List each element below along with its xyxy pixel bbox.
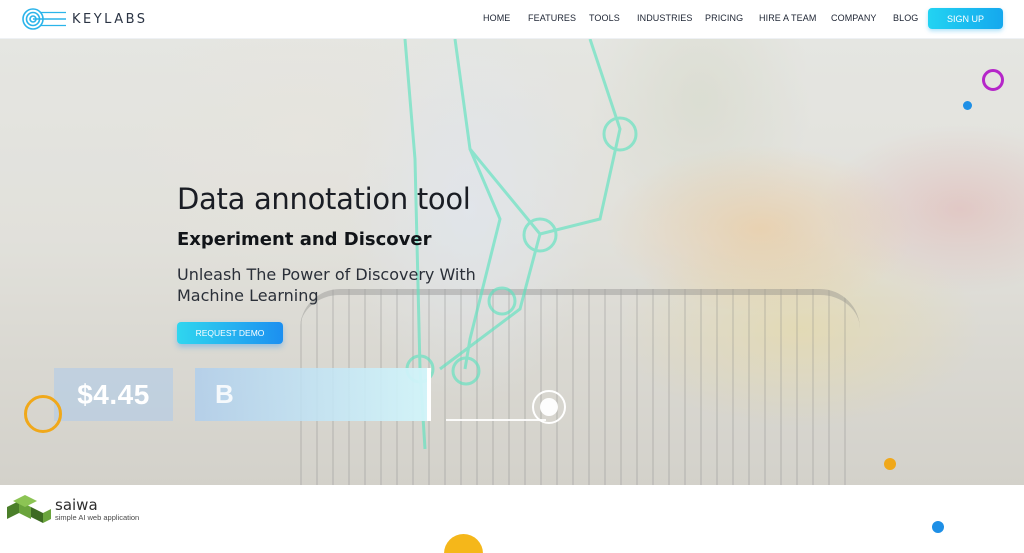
saiwa-text: saiwa simple AI web application: [55, 496, 140, 523]
decorative-ring-purple: [982, 69, 1004, 91]
nav-pricing[interactable]: PRICING: [705, 13, 743, 23]
slider-handle[interactable]: [532, 390, 566, 424]
nav-company[interactable]: COMPANY: [831, 13, 877, 23]
saiwa-name: saiwa: [55, 496, 98, 514]
nav-hire-a-team[interactable]: HIRE A TEAM: [759, 13, 816, 23]
main-nav: HOME FEATURES TOOLS INDUSTRIES PRICING H…: [0, 13, 1024, 27]
decorative-dot-orange: [884, 458, 896, 470]
slider-track: [446, 419, 546, 421]
hero-tagline: Unleash The Power of Discovery With Mach…: [177, 265, 476, 305]
decorative-ring-orange: [24, 395, 62, 433]
decorative-half-circle: [444, 534, 483, 553]
nav-features[interactable]: FEATURES: [528, 13, 576, 23]
nav-tools[interactable]: TOOLS: [589, 13, 620, 23]
nav-home[interactable]: HOME: [483, 13, 510, 23]
request-demo-button[interactable]: REQUEST DEMO: [177, 322, 283, 344]
saiwa-tagline: simple AI web application: [55, 513, 140, 522]
saiwa-logo-icon: [7, 495, 51, 523]
hero-title: Data annotation tool: [177, 182, 471, 216]
nav-blog[interactable]: BLOG: [893, 13, 918, 23]
label-box-annotation: B: [195, 368, 431, 421]
hero-subtitle: Experiment and Discover: [177, 229, 432, 250]
decorative-dot-blue: [963, 101, 972, 110]
decorative-dot-blue-bottom: [932, 521, 944, 533]
price-tag-annotation: $4.45: [54, 368, 173, 421]
nav-industries[interactable]: INDUSTRIES: [637, 13, 693, 23]
hero-section: Data annotation tool Experiment and Disc…: [0, 39, 1024, 485]
top-header: KEYLABS HOME FEATURES TOOLS INDUSTRIES P…: [0, 0, 1024, 39]
signup-button[interactable]: SIGN UP: [928, 8, 1003, 29]
slider-handle-dot: [540, 398, 558, 416]
saiwa-watermark: saiwa simple AI web application: [5, 490, 139, 530]
